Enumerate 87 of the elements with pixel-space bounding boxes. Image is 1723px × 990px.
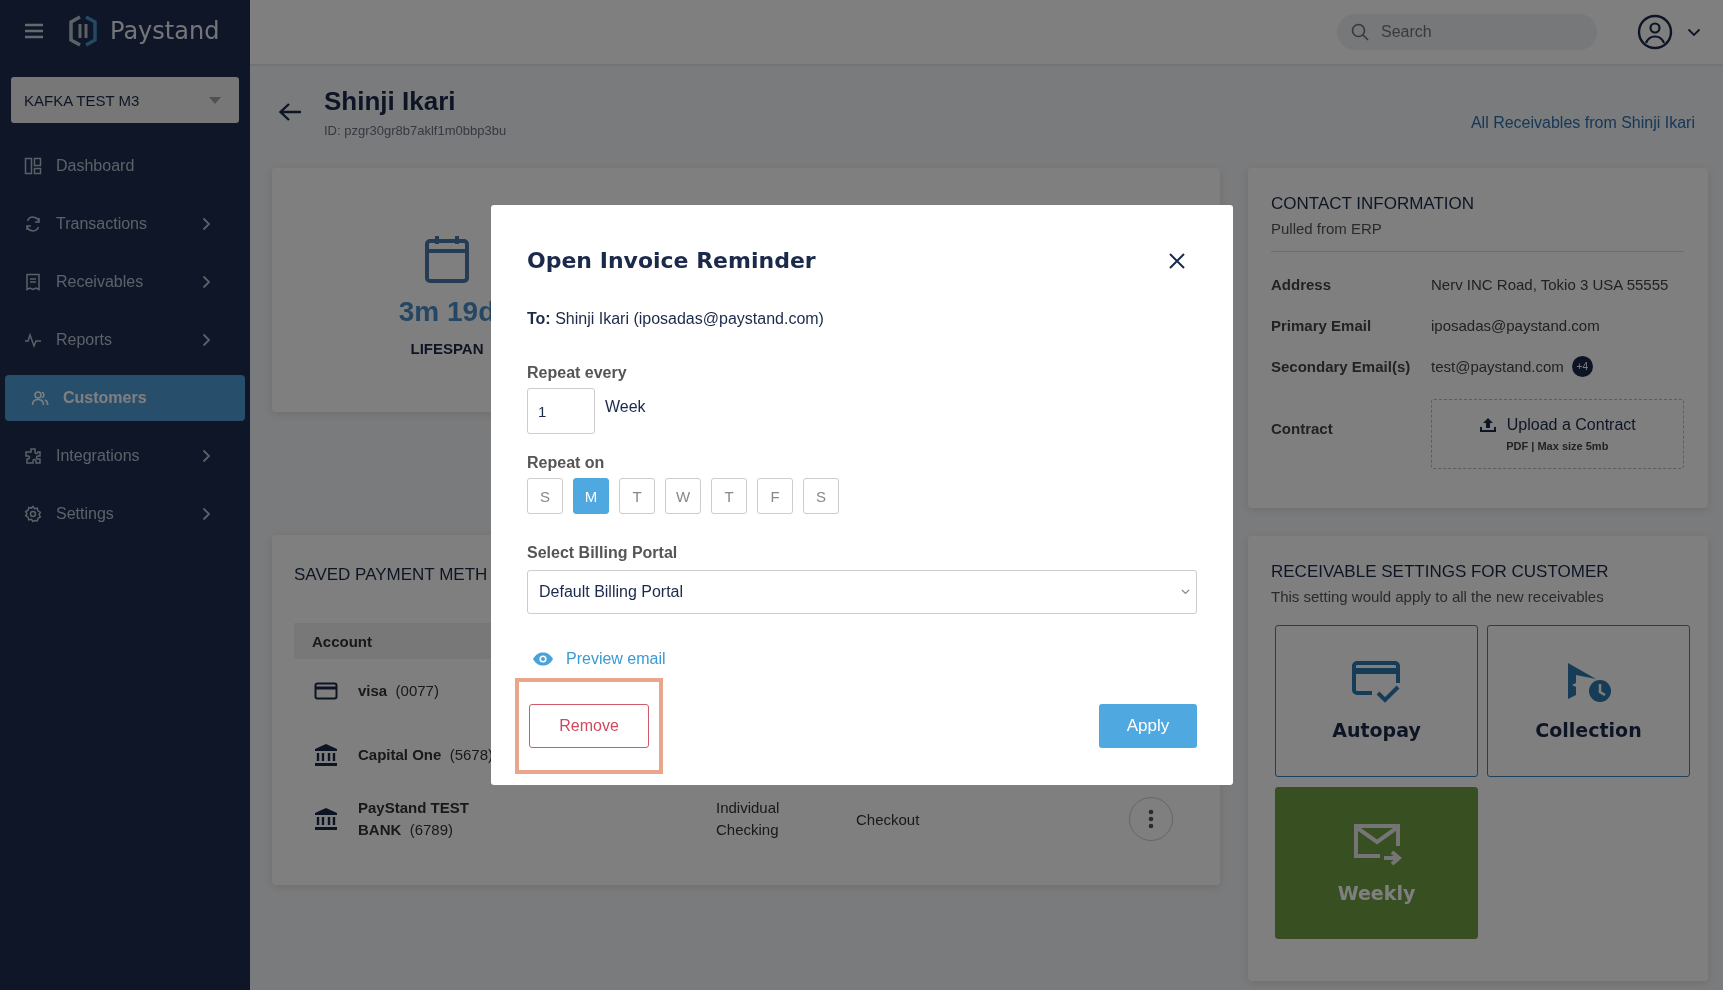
card-title: SAVED PAYMENT METH [294, 565, 488, 585]
day-toggle[interactable]: T [711, 478, 747, 514]
bank-icon [314, 807, 338, 831]
account-name: PayStand TEST BANK (6789) [358, 798, 470, 840]
credit-card-icon [314, 682, 338, 700]
search-field[interactable]: Search [1337, 14, 1597, 50]
field-label: Repeat every [527, 364, 628, 382]
customers-icon [31, 389, 49, 407]
sidebar-item[interactable]: Transactions [5, 201, 245, 247]
recipient-text: To: Shinji Ikari (iposadas@paystand.com) [527, 310, 825, 328]
menu-icon[interactable] [24, 23, 44, 39]
card-subtitle: This setting would apply to all the new receivables [1271, 588, 1605, 605]
field-label: Primary Email [1271, 317, 1373, 334]
upload-icon [1478, 417, 1497, 433]
table-cell: Checkout [856, 810, 920, 828]
upload-label: Upload a Contract [1506, 416, 1636, 434]
chevron-right-icon [202, 449, 211, 463]
upload-area[interactable]: Upload a Contract PDF | Max size 5mb [1430, 399, 1684, 469]
portal-select[interactable]: Default Billing Portal [527, 570, 1197, 614]
dashboard-icon [24, 157, 42, 175]
logo-icon [66, 14, 100, 48]
apply-button[interactable]: Apply [1099, 704, 1197, 748]
table-cell-text: Individual Checking [716, 798, 781, 840]
column-header: Account [312, 632, 372, 650]
search-icon [1351, 23, 1369, 41]
account-name: visa (0077) [358, 681, 440, 702]
avatar-icon[interactable] [1637, 14, 1673, 50]
card-subtitle: Pulled from ERP [1271, 220, 1383, 237]
setting-tile[interactable]: Autopay [1275, 625, 1478, 777]
chevron-right-icon [202, 217, 211, 231]
field-value: Nerv INC Road, Tokio 3 USA 55555 [1431, 276, 1669, 293]
day-toggle[interactable]: M [573, 478, 609, 514]
day-toggle[interactable]: S [803, 478, 839, 514]
field-label: Select Billing Portal [527, 544, 679, 562]
dialog-title: Open Invoice Reminder [527, 248, 816, 273]
account-name: Capital One (5678) [358, 745, 495, 766]
reports-icon [24, 331, 42, 349]
field-label: Repeat on [527, 454, 606, 472]
preview-link[interactable]: Preview email [532, 650, 666, 668]
sidebar-item[interactable]: Customers [5, 375, 245, 421]
calendar-icon [424, 234, 470, 284]
chevron-down-icon[interactable] [1687, 27, 1701, 37]
field-label: Secondary Email(s) [1271, 358, 1412, 375]
integrations-icon [24, 447, 42, 465]
chevron-right-icon [202, 507, 211, 521]
sidebar-item[interactable]: Reports [5, 317, 245, 363]
day-toggle[interactable]: W [665, 478, 701, 514]
chevron-right-icon [202, 333, 211, 347]
remove-button[interactable]: Remove [529, 704, 649, 748]
receivables-icon [24, 273, 42, 291]
customer-name: Shinji Ikari [324, 86, 457, 117]
field-value: test@paystand.com [1431, 358, 1564, 375]
lifespan-label: LIFESPAN [410, 340, 484, 357]
caret-icon [209, 96, 221, 104]
card-title: CONTACT INFORMATION [1271, 194, 1475, 214]
chevron-down-icon [1181, 589, 1190, 595]
settings-icon [24, 505, 42, 523]
day-toggle[interactable]: S [527, 478, 563, 514]
account-select[interactable]: KAFKA TEST M3 [11, 77, 239, 123]
field-value: iposadas@paystand.com [1431, 317, 1600, 334]
day-toggle[interactable]: T [619, 478, 655, 514]
mail-forward-icon [1351, 822, 1402, 868]
back-arrow-icon[interactable] [278, 102, 302, 122]
customer-id: ID: pzgr30gr8b7aklf1m0bbp3bu [324, 123, 507, 138]
sidebar-item[interactable]: Receivables [5, 259, 245, 305]
count-badge: +4 [1571, 356, 1593, 377]
sidebar-item[interactable]: Dashboard [5, 143, 245, 189]
sidebar-item[interactable]: Settings [5, 491, 245, 537]
sidebar-item[interactable]: Integrations [5, 433, 245, 479]
close-icon [1168, 251, 1186, 270]
setting-tile[interactable]: Weekly [1275, 787, 1478, 939]
more-icon [1148, 809, 1154, 829]
eye-icon [532, 652, 554, 666]
upload-hint: PDF | Max size 5mb [1506, 440, 1609, 452]
day-toggle[interactable]: F [757, 478, 793, 514]
card-title: RECEIVABLE SETTINGS FOR CUSTOMER [1271, 562, 1609, 582]
setting-tile[interactable]: Collection [1487, 625, 1690, 777]
brand-name: Paystand [110, 17, 220, 45]
field-label: Contract [1271, 419, 1334, 437]
interval-input[interactable]: 1 [527, 388, 595, 434]
receivables-link[interactable]: All Receivables from Shinji Ikari [1470, 114, 1695, 132]
card-check-icon [1351, 661, 1402, 705]
field-label: Address [1271, 276, 1333, 293]
transactions-icon [24, 215, 42, 233]
bank-icon [314, 743, 338, 767]
interval-unit: Week [605, 398, 646, 416]
chevron-right-icon [202, 275, 211, 289]
